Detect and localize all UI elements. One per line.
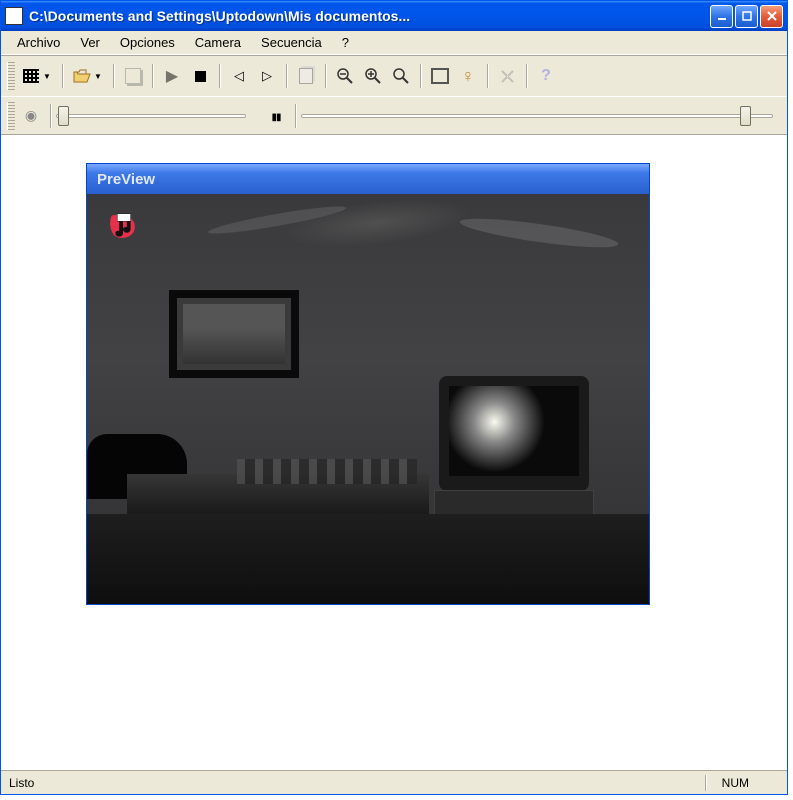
video-content xyxy=(87,514,649,604)
menu-archivo[interactable]: Archivo xyxy=(7,32,70,53)
preview-titlebar[interactable]: PreView xyxy=(87,164,649,194)
play-button[interactable]: ▶ xyxy=(158,62,186,90)
rectangle-icon xyxy=(431,68,449,84)
toolbar-separator xyxy=(152,64,153,88)
titlebar[interactable]: C:\Documents and Settings\Uptodown\Mis d… xyxy=(1,1,787,31)
person-icon xyxy=(461,66,475,87)
zoom-in-button[interactable] xyxy=(359,62,387,90)
main-window: C:\Documents and Settings\Uptodown\Mis d… xyxy=(0,0,788,795)
content-area: PreView xyxy=(1,135,787,770)
close-icon xyxy=(767,11,777,21)
toolbar-separator xyxy=(526,64,527,88)
status-numlock-text: NUM xyxy=(722,776,749,790)
maximize-icon xyxy=(742,11,752,21)
status-ready-text: Listo xyxy=(9,776,689,790)
dropdown-arrow-icon[interactable]: ▼ xyxy=(94,72,104,81)
help-button[interactable] xyxy=(532,62,560,90)
preview-video-frame xyxy=(87,194,649,604)
dropdown-arrow-icon[interactable]: ▼ xyxy=(43,72,53,81)
toolbar-separator xyxy=(420,64,421,88)
person-button[interactable] xyxy=(454,62,482,90)
maximize-button[interactable] xyxy=(735,5,758,28)
status-separator xyxy=(705,775,706,791)
slider-thumb[interactable] xyxy=(58,106,69,126)
window-title: C:\Documents and Settings\Uptodown\Mis d… xyxy=(29,8,708,24)
selection-button[interactable] xyxy=(426,62,454,90)
toolbar-separator xyxy=(219,64,220,88)
tools-icon xyxy=(499,68,516,85)
main-toolbar: ▼ ▼ ▶ xyxy=(1,56,787,96)
slider-track xyxy=(56,114,246,118)
copy-button[interactable] xyxy=(119,62,147,90)
playback-toolbar xyxy=(1,96,787,134)
pause-icon xyxy=(271,107,280,125)
speed-slider[interactable] xyxy=(56,104,246,128)
menu-help[interactable]: ? xyxy=(332,32,359,53)
toolbar-grip[interactable] xyxy=(7,62,15,90)
grid-button[interactable] xyxy=(17,62,45,90)
camera-icon xyxy=(25,107,37,125)
menu-ver[interactable]: Ver xyxy=(70,32,110,53)
video-content xyxy=(439,376,589,491)
grid-icon xyxy=(23,69,39,83)
toolbar-separator xyxy=(113,64,114,88)
minimize-icon xyxy=(717,11,727,21)
open-button[interactable] xyxy=(68,62,96,90)
stop-button[interactable] xyxy=(186,62,214,90)
preview-title-text: PreView xyxy=(97,171,155,188)
slider-thumb[interactable] xyxy=(740,106,751,126)
next-frame-icon xyxy=(262,67,272,85)
statusbar: Listo NUM xyxy=(1,770,787,794)
stop-icon xyxy=(195,71,206,82)
video-content xyxy=(169,290,299,378)
clipboard-icon xyxy=(299,68,313,84)
menu-secuencia[interactable]: Secuencia xyxy=(251,32,332,53)
next-frame-button[interactable] xyxy=(253,62,281,90)
prev-frame-icon xyxy=(234,67,244,85)
music-note-icon xyxy=(103,208,143,246)
close-button[interactable] xyxy=(760,5,783,28)
camera-button[interactable] xyxy=(17,102,45,130)
zoom-fit-icon xyxy=(392,67,410,85)
toolbar-separator xyxy=(295,104,296,128)
tools-button[interactable] xyxy=(493,62,521,90)
toolbar-separator xyxy=(487,64,488,88)
slider-track xyxy=(301,114,773,118)
position-slider[interactable] xyxy=(301,104,773,128)
zoom-in-icon xyxy=(364,67,382,85)
app-icon xyxy=(5,7,23,25)
minimize-button[interactable] xyxy=(710,5,733,28)
clipboard-button[interactable] xyxy=(292,62,320,90)
toolbar-separator xyxy=(50,104,51,128)
toolbar-separator xyxy=(62,64,63,88)
menu-opciones[interactable]: Opciones xyxy=(110,32,185,53)
toolbar-grip[interactable] xyxy=(7,102,15,130)
toolbar-separator xyxy=(286,64,287,88)
zoom-out-button[interactable] xyxy=(331,62,359,90)
copy-icon xyxy=(125,68,141,84)
menubar: Archivo Ver Opciones Camera Secuencia ? xyxy=(1,31,787,55)
logo-overlay xyxy=(103,208,143,246)
folder-open-icon xyxy=(73,68,91,84)
zoom-out-icon xyxy=(336,67,354,85)
help-icon xyxy=(541,67,551,85)
toolbar-area: ▼ ▼ ▶ xyxy=(1,55,787,135)
menu-camera[interactable]: Camera xyxy=(185,32,251,53)
zoom-fit-button[interactable] xyxy=(387,62,415,90)
play-icon: ▶ xyxy=(166,66,178,86)
pause-button[interactable] xyxy=(262,102,290,130)
prev-frame-button[interactable] xyxy=(225,62,253,90)
video-content xyxy=(237,459,417,484)
preview-window[interactable]: PreView xyxy=(86,163,650,605)
toolbar-separator xyxy=(325,64,326,88)
